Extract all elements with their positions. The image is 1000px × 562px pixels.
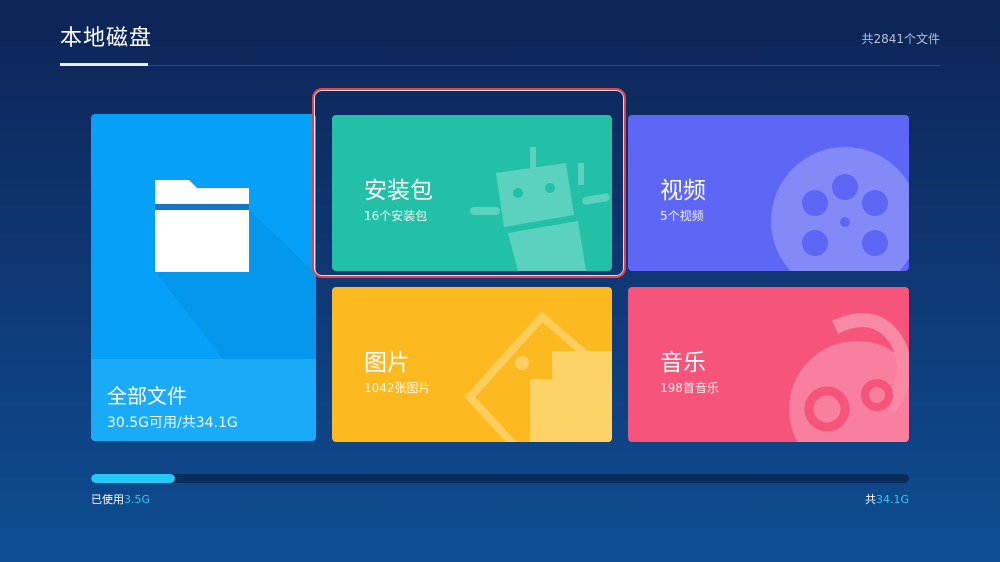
film-reel-icon [771, 147, 909, 271]
music-count: 198首音乐 [660, 381, 719, 395]
storage-total-label: 共34.1G [865, 491, 909, 507]
storage-used-label: 已使用3.5G [91, 491, 150, 507]
all-files-tile[interactable]: 全部文件 30.5G可用/共34.1G [91, 114, 316, 441]
music-label: 音乐 [660, 350, 706, 376]
image-label: 图片 [364, 350, 410, 376]
image-count: 1042张图片 [364, 381, 431, 395]
image-tile[interactable]: 图片 1042张图片 [332, 287, 612, 442]
video-count: 5个视频 [660, 209, 704, 223]
storage-total-value: 34.1G [875, 493, 909, 506]
header-divider [60, 65, 940, 66]
all-files-label: 全部文件 [107, 384, 187, 408]
apk-count: 16个安装包 [364, 209, 428, 223]
storage-used-value: 3.5G [124, 493, 151, 506]
music-tile[interactable]: 音乐 198首音乐 [628, 287, 909, 442]
page-title: 本地磁盘 [60, 26, 153, 51]
video-tile[interactable]: 视频 5个视频 [628, 115, 909, 271]
video-label: 视频 [660, 178, 706, 204]
storage-used-prefix: 已使用 [91, 493, 124, 506]
storage-total-prefix: 共 [864, 493, 876, 506]
focus-ring [312, 88, 626, 278]
image-tag-icon [464, 311, 612, 442]
all-files-capacity: 30.5G可用/共34.1G [107, 415, 238, 431]
file-count: 共2841个文件 [861, 32, 940, 46]
folder-icon [155, 180, 316, 359]
storage-bar-fill [91, 474, 175, 483]
storage-bar [91, 474, 909, 483]
apk-label: 安装包 [364, 178, 433, 204]
music-note-icon [789, 313, 909, 442]
